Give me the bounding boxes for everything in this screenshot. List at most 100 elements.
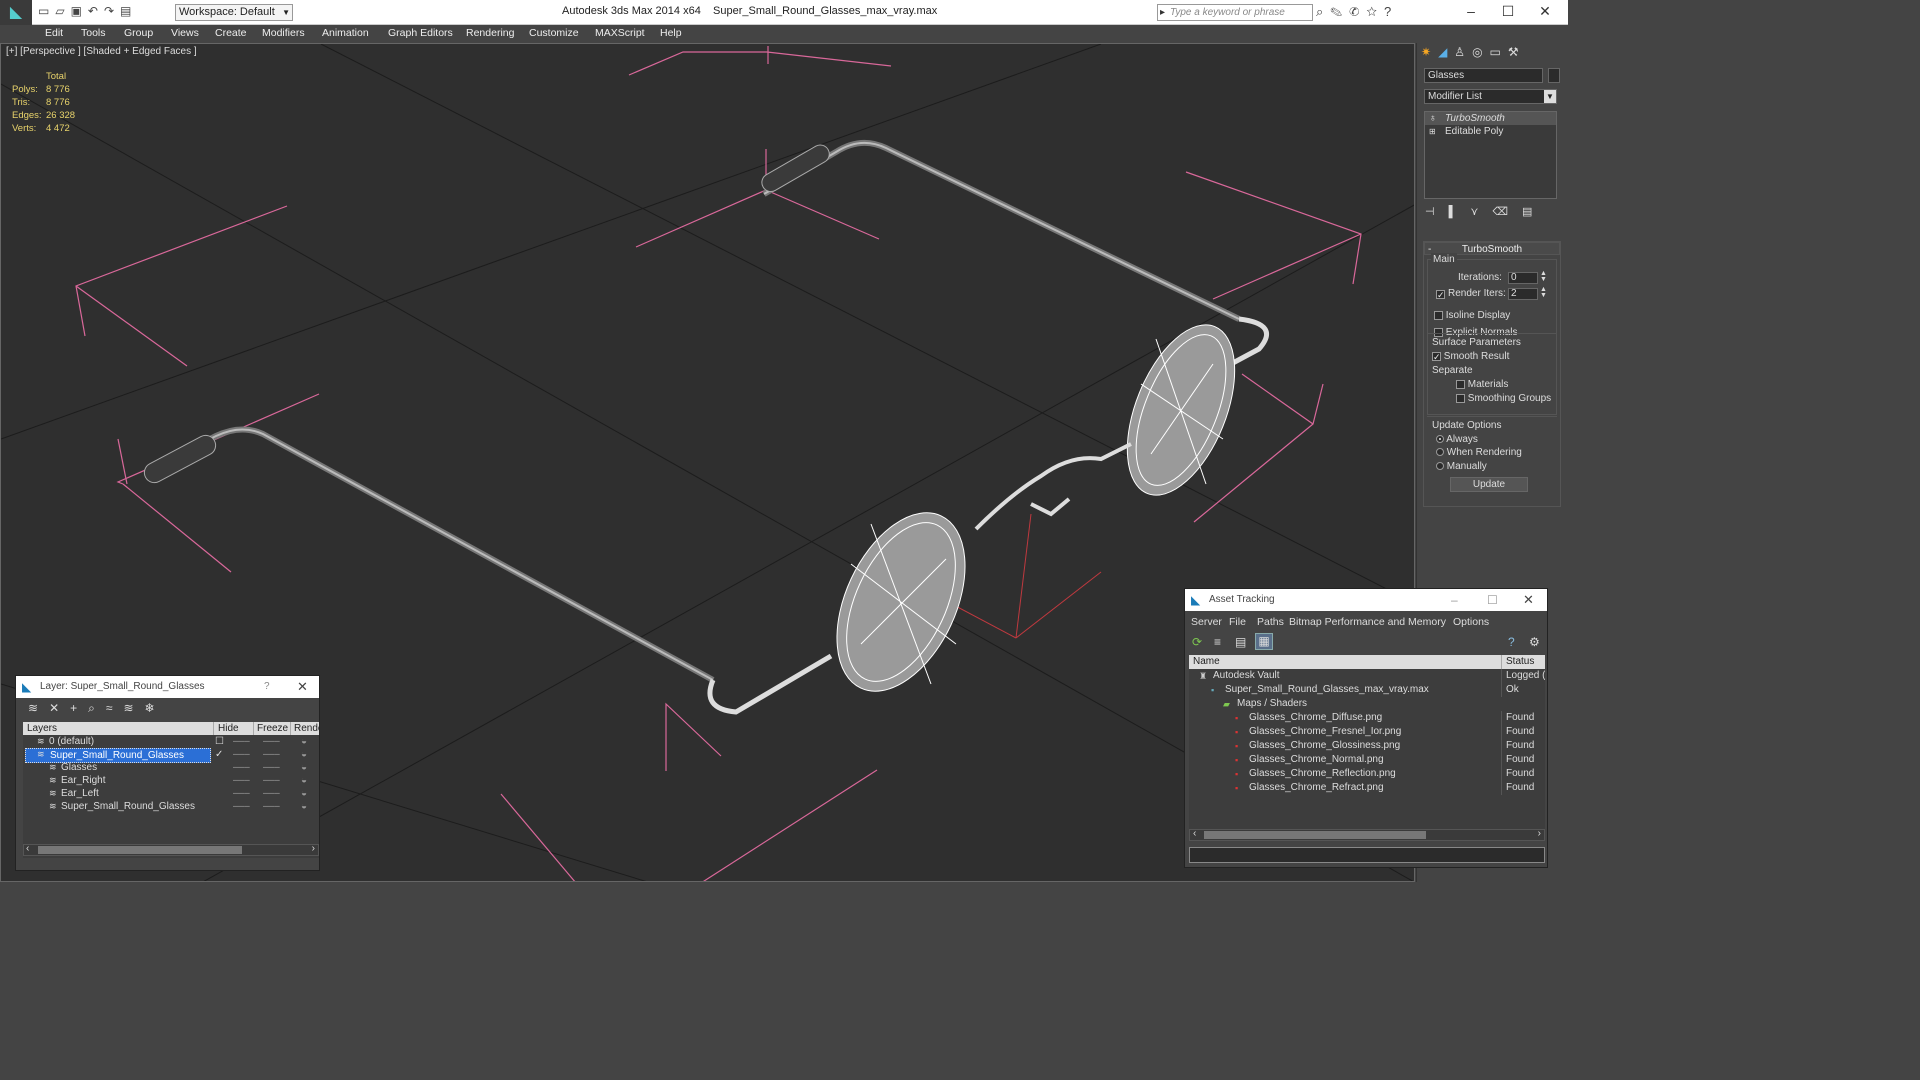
render-teapot-icon[interactable]: ◒ bbox=[301, 800, 307, 813]
search-box[interactable]: ▸ Type a keyword or phrase bbox=[1157, 4, 1313, 21]
stack-item-editable-poly[interactable]: ⊞ Editable Poly bbox=[1425, 125, 1556, 138]
asset-menu-options[interactable]: Options bbox=[1453, 616, 1489, 628]
lightbulb-icon[interactable]: ♁ bbox=[1429, 112, 1437, 125]
layer-row[interactable]: Glasses ≋ ––– ––– ◒ bbox=[23, 761, 319, 774]
thumbnail-view-icon[interactable]: ▤ bbox=[1235, 635, 1246, 649]
hide-all-icon[interactable]: ≋ bbox=[123, 701, 144, 715]
scroll-left-icon[interactable]: ‹ bbox=[26, 843, 29, 854]
hierarchy-tab-icon[interactable]: ♙ bbox=[1454, 45, 1472, 59]
freeze-toggle[interactable]: ––– bbox=[263, 787, 280, 800]
scroll-thumb[interactable] bbox=[38, 846, 242, 854]
project-folder-icon[interactable]: ▤ bbox=[120, 4, 137, 18]
close-button[interactable]: ✕ bbox=[1532, 0, 1558, 22]
col-status[interactable]: Status bbox=[1501, 655, 1545, 669]
help-icon[interactable]: ? bbox=[1508, 635, 1515, 649]
freeze-toggle[interactable]: ––– bbox=[263, 735, 280, 748]
layer-row[interactable]: Ear_Left ≋ ––– ––– ◒ bbox=[23, 787, 319, 800]
scroll-thumb[interactable] bbox=[1204, 831, 1426, 839]
always-radio[interactable] bbox=[1436, 434, 1444, 443]
configure-sets-icon[interactable]: ▤ bbox=[1522, 206, 1546, 218]
delete-layer-icon[interactable]: ✕ bbox=[49, 701, 70, 715]
layer-row[interactable]: Super_Small_Round_Glasses ≋ ✓ ––– ––– ◒ bbox=[23, 748, 319, 763]
render-teapot-icon[interactable]: ◒ bbox=[301, 774, 307, 787]
col-name[interactable]: Name bbox=[1193, 655, 1220, 669]
object-name-field[interactable]: Glasses bbox=[1424, 68, 1543, 83]
asset-row[interactable]: ▪ Glasses_Chrome_Refract.png Found bbox=[1189, 781, 1545, 795]
menu-maxscript[interactable]: MAXScript bbox=[595, 27, 645, 39]
binoculars-icon[interactable]: ⌕ bbox=[1316, 4, 1330, 19]
asset-row[interactable]: ▪ Glasses_Chrome_Glossiness.png Found bbox=[1189, 739, 1545, 753]
menu-views[interactable]: Views bbox=[171, 27, 199, 39]
when-rendering-radio[interactable] bbox=[1436, 448, 1444, 457]
smoothing-groups-checkbox[interactable] bbox=[1456, 393, 1465, 403]
menu-help[interactable]: Help bbox=[660, 27, 682, 39]
motion-tab-icon[interactable]: ◎ bbox=[1472, 45, 1489, 59]
new-file-icon[interactable]: ▭ bbox=[38, 4, 55, 18]
minimize-icon[interactable]: – bbox=[1451, 589, 1458, 611]
active-layer-box[interactable]: ☐ bbox=[215, 735, 224, 748]
minimize-button[interactable]: – bbox=[1458, 0, 1484, 22]
layer-window-titlebar[interactable]: ◣ Layer: Super_Small_Round_Glasses ? ✕ bbox=[16, 676, 319, 698]
list-view-icon[interactable]: ≡ bbox=[1214, 635, 1221, 649]
asset-row[interactable]: ▪ Super_Small_Round_Glasses_max_vray.max O… bbox=[1189, 683, 1545, 697]
save-icon[interactable]: ▣ bbox=[71, 4, 88, 18]
iterations-spinner[interactable]: 0 bbox=[1508, 272, 1538, 284]
layer-hscrollbar[interactable]: ‹ › bbox=[23, 843, 319, 856]
render-iters-spinner[interactable]: 2 bbox=[1508, 288, 1538, 300]
modifier-list-dropdown[interactable]: Modifier List ▼ bbox=[1424, 89, 1557, 104]
settings-icon[interactable]: ⚙ bbox=[1529, 635, 1540, 649]
isoline-checkbox[interactable] bbox=[1434, 310, 1443, 320]
menu-edit[interactable]: Edit bbox=[45, 27, 63, 39]
display-tab-icon[interactable]: ▭ bbox=[1490, 45, 1508, 59]
render-teapot-icon[interactable]: ◒ bbox=[301, 735, 307, 748]
menu-group[interactable]: Group bbox=[124, 27, 153, 39]
scroll-right-icon[interactable]: › bbox=[1538, 828, 1541, 839]
asset-row[interactable]: ▪ Glasses_Chrome_Normal.png Found bbox=[1189, 753, 1545, 767]
menu-rendering[interactable]: Rendering bbox=[466, 27, 514, 39]
menu-animation[interactable]: Animation bbox=[322, 27, 369, 39]
asset-path-field[interactable] bbox=[1189, 847, 1545, 863]
remove-modifier-icon[interactable]: ⌫ bbox=[1492, 206, 1522, 218]
freeze-toggle[interactable]: ––– bbox=[263, 800, 280, 813]
asset-menu-bitmap[interactable]: Bitmap Performance and Memory bbox=[1289, 616, 1446, 628]
scroll-left-icon[interactable]: ‹ bbox=[1193, 828, 1196, 839]
spinner-arrows-icon[interactable]: ▲ ▼ bbox=[1540, 270, 1547, 283]
open-file-icon[interactable]: ▱ bbox=[55, 4, 70, 18]
select-objects-icon[interactable]: ⌕ bbox=[88, 701, 106, 715]
layer-row[interactable]: Ear_Right ≋ ––– ––– ◒ bbox=[23, 774, 319, 787]
hide-toggle[interactable]: ––– bbox=[233, 800, 250, 813]
freeze-all-icon[interactable]: ❄ bbox=[145, 701, 166, 715]
asset-row[interactable]: ▰ Maps / Shaders bbox=[1189, 697, 1545, 711]
workspace-dropdown[interactable]: Workspace: Default ▼ bbox=[175, 4, 293, 21]
col-freeze[interactable]: Freeze bbox=[253, 722, 291, 735]
hide-toggle[interactable]: ––– bbox=[233, 761, 250, 774]
menu-customize[interactable]: Customize bbox=[529, 27, 579, 39]
maximize-button[interactable]: ☐ bbox=[1495, 0, 1521, 22]
freeze-toggle[interactable]: ––– bbox=[263, 774, 280, 787]
spinner-arrows-icon[interactable]: ▲ ▼ bbox=[1540, 286, 1547, 299]
asset-window-titlebar[interactable]: ◣ Asset Tracking – ☐ ✕ bbox=[1185, 589, 1547, 611]
viewport-label[interactable]: [+] [Perspective ] [Shaded + Edged Faces… bbox=[6, 46, 197, 57]
close-icon[interactable]: ✕ bbox=[297, 676, 308, 698]
hide-toggle[interactable]: ––– bbox=[233, 748, 250, 761]
app-logo-icon[interactable]: ◣ bbox=[0, 0, 32, 25]
freeze-toggle[interactable]: ––– bbox=[263, 748, 280, 761]
menu-create[interactable]: Create bbox=[215, 27, 247, 39]
redo-icon[interactable]: ↷ bbox=[104, 4, 120, 18]
utilities-tab-icon[interactable]: ⚒ bbox=[1508, 45, 1526, 59]
update-button[interactable]: Update bbox=[1450, 477, 1528, 492]
hide-toggle[interactable]: ––– bbox=[233, 774, 250, 787]
add-to-layer-icon[interactable]: + bbox=[70, 701, 88, 715]
asset-row[interactable]: ▪ Glasses_Chrome_Diffuse.png Found bbox=[1189, 711, 1545, 725]
stack-item-turbosmooth[interactable]: ♁ TurboSmooth bbox=[1425, 112, 1556, 125]
table-view-icon[interactable]: ▦ bbox=[1255, 633, 1273, 650]
subscription-icon[interactable]: ✎ bbox=[1330, 4, 1349, 19]
favorites-star-icon[interactable]: ☆ bbox=[1366, 4, 1384, 19]
menu-modifiers[interactable]: Modifiers bbox=[262, 27, 305, 39]
render-teapot-icon[interactable]: ◒ bbox=[301, 761, 307, 774]
layer-row[interactable]: 0 (default) ≋ ☐ ––– ––– ◒ bbox=[23, 735, 319, 748]
render-teapot-icon[interactable]: ◒ bbox=[301, 787, 307, 800]
asset-row[interactable]: ♜ Autodesk Vault Logged ( bbox=[1189, 669, 1545, 683]
freeze-toggle[interactable]: ––– bbox=[263, 761, 280, 774]
close-icon[interactable]: ✕ bbox=[1523, 589, 1534, 611]
